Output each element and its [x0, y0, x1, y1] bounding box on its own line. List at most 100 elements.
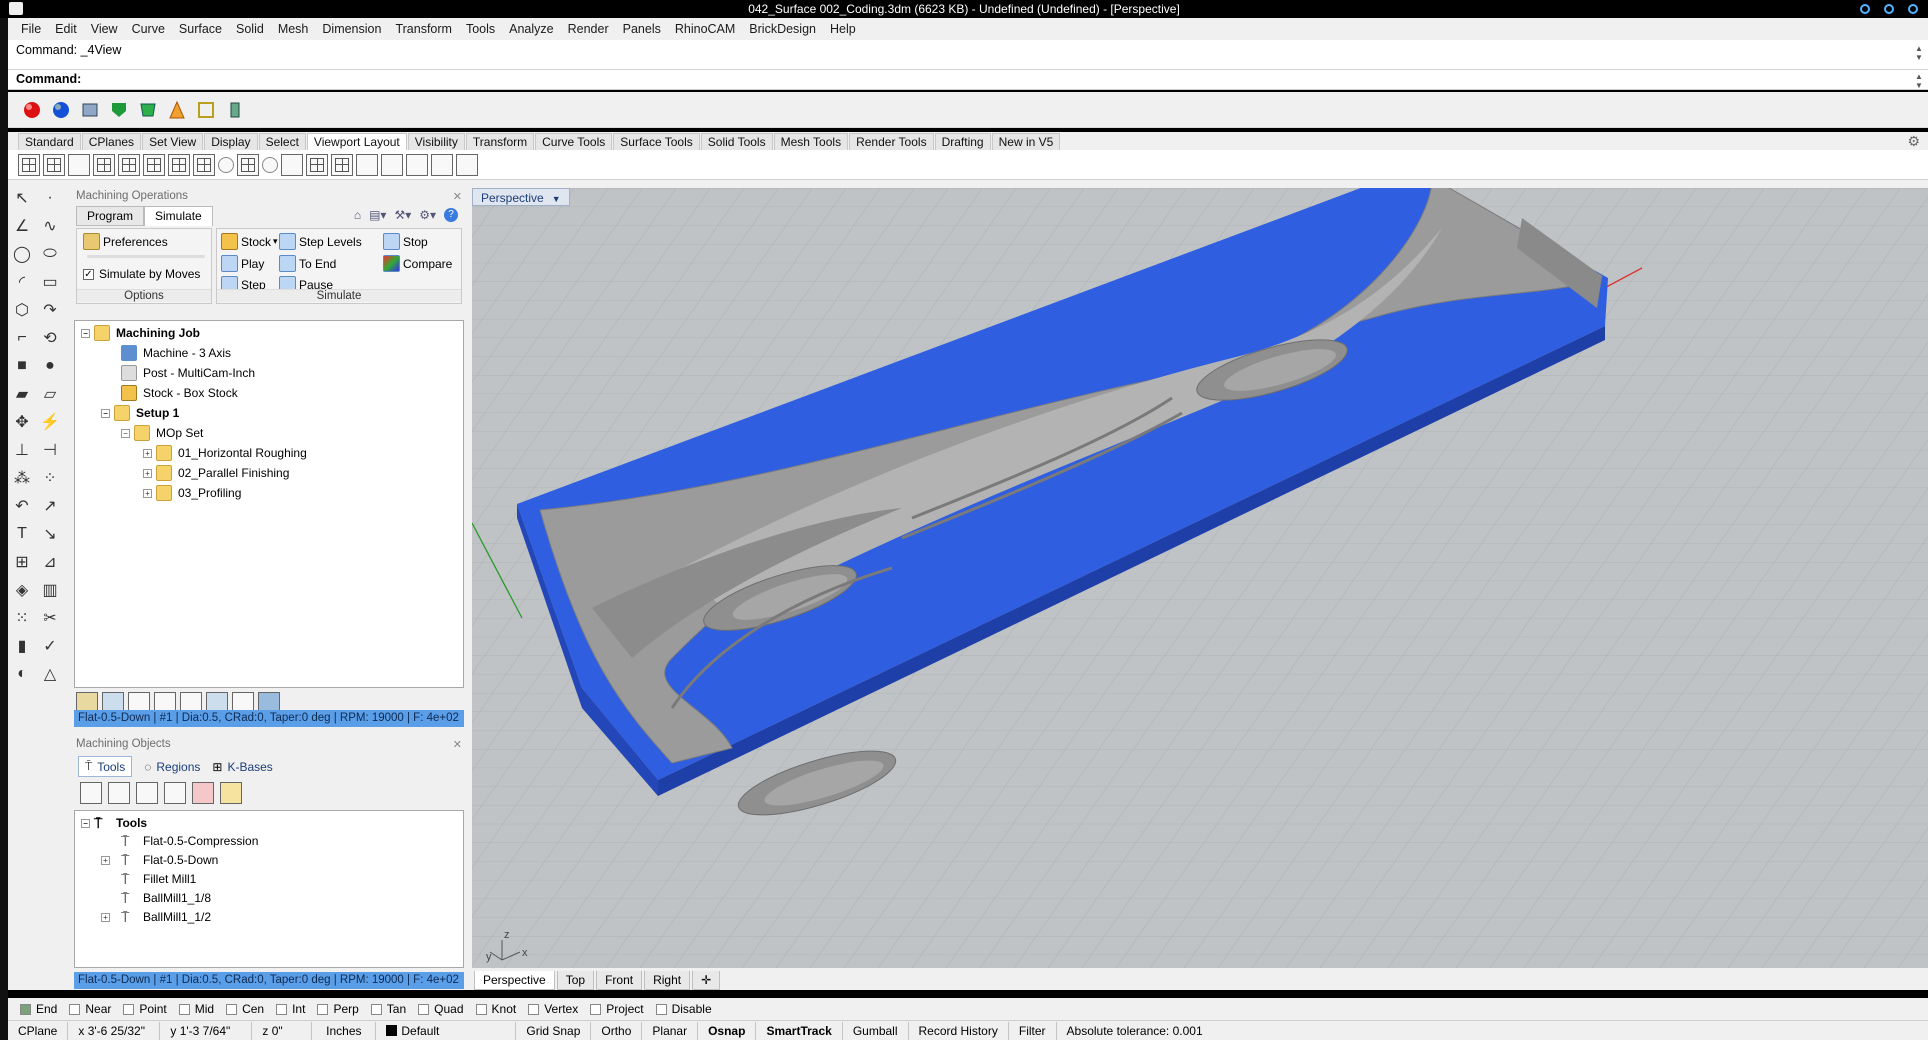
freeform-icon[interactable]: ↷ — [38, 298, 62, 322]
osnap-checkbox[interactable] — [178, 1003, 190, 1015]
zoom-icon[interactable] — [218, 156, 234, 173]
edit-tool-icon[interactable] — [136, 782, 158, 804]
tool-item[interactable]: ⍑ BallMill1_1/8 — [121, 890, 211, 906]
chevron-down-icon[interactable]: ▼ — [552, 194, 561, 204]
tab-curve-tools[interactable]: Curve Tools — [535, 133, 613, 150]
split-horizontal-icon[interactable] — [118, 153, 140, 176]
print-icon[interactable] — [456, 153, 478, 176]
osnap-vertex[interactable]: Vertex — [528, 1002, 578, 1016]
tab-render-tools[interactable]: Render Tools — [849, 133, 934, 150]
collapse-icon[interactable]: ⌂ — [354, 208, 361, 222]
help-icon[interactable]: ? — [444, 208, 458, 222]
warning-icon[interactable]: △ — [38, 662, 62, 686]
circle-icon[interactable]: ◯ — [10, 242, 34, 266]
grid-snap-toggle[interactable]: Grid Snap — [516, 1021, 592, 1040]
tab-top[interactable]: Top — [556, 971, 595, 990]
collapse-toggle[interactable]: − — [121, 428, 130, 438]
tab-program[interactable]: Program — [76, 206, 145, 226]
mesh-icon[interactable]: ▱ — [38, 382, 62, 406]
arc-icon[interactable]: ◜ — [10, 270, 34, 294]
command-scroll[interactable]: ▲ ▼ — [1914, 72, 1924, 90]
tab-mesh-tools[interactable]: Mesh Tools — [773, 133, 849, 150]
osnap-checkbox[interactable] — [123, 1003, 135, 1015]
box-solid-icon[interactable]: ■ — [10, 354, 34, 378]
tree-item-op[interactable]: +01_Horizontal Roughing — [143, 445, 307, 461]
close-icon[interactable]: ✕ — [453, 190, 462, 203]
osnap-disable[interactable]: Disable — [655, 1002, 712, 1016]
tab-cplanes[interactable]: CPlanes — [81, 133, 142, 150]
cylinder-icon[interactable] — [223, 98, 247, 122]
layout-one-icon[interactable] — [306, 153, 328, 176]
offset-icon[interactable]: ⟲ — [38, 326, 62, 350]
wire-sphere-icon[interactable] — [78, 98, 102, 122]
osnap-mid[interactable]: Mid — [178, 1002, 214, 1016]
menu-transform[interactable]: Transform — [388, 22, 459, 36]
delete-tool-icon[interactable] — [192, 782, 214, 804]
settings-icon[interactable]: ⚙▾ — [419, 208, 436, 222]
menu-view[interactable]: View — [84, 22, 125, 36]
menu-panels[interactable]: Panels — [616, 22, 668, 36]
tool-library-icon[interactable] — [164, 782, 186, 804]
sphere-solid-icon[interactable]: ● — [38, 354, 62, 378]
menu-analyze[interactable]: Analyze — [502, 22, 560, 36]
tab-solid-tools[interactable]: Solid Tools — [700, 133, 773, 150]
collapse-toggle[interactable]: − — [81, 328, 90, 338]
tab-regions[interactable]: ◌ Regions — [144, 756, 200, 777]
cylinder-tool-icon[interactable]: ▮ — [10, 634, 34, 658]
osnap-checkbox[interactable] — [370, 1003, 382, 1015]
step-levels-button[interactable]: Step Levels — [279, 233, 362, 250]
osnap-knot[interactable]: Knot — [475, 1002, 516, 1016]
text-icon[interactable]: T — [10, 522, 34, 546]
surface-icon[interactable]: ▰ — [10, 382, 34, 406]
gumball-toggle[interactable]: Gumball — [843, 1021, 909, 1040]
menu-solid[interactable]: Solid — [229, 22, 271, 36]
tool-item[interactable]: + ⍑ Flat-0.5-Down — [101, 852, 218, 868]
tab-front[interactable]: Front — [596, 971, 643, 990]
expand-toggle[interactable]: + — [143, 448, 152, 458]
fillet-curves-icon[interactable]: ⌐ — [10, 326, 34, 350]
tree-item-op[interactable]: +03_Profiling — [143, 485, 241, 501]
array-icon[interactable]: ⊞ — [10, 550, 34, 574]
tree-root-tools[interactable]: − ⍑ Tools — [81, 815, 147, 831]
tab-transform[interactable]: Transform — [465, 133, 535, 150]
minimize-button[interactable] — [1860, 4, 1870, 14]
osnap-checkbox[interactable] — [418, 1003, 430, 1015]
zoom-detail-icon[interactable] — [431, 153, 453, 176]
select-arrow-icon[interactable]: ↖ — [10, 186, 34, 210]
tool-wizard-icon[interactable] — [220, 782, 242, 804]
cone-icon[interactable] — [165, 98, 189, 122]
check-icon[interactable]: ✓ — [38, 634, 62, 658]
stop-button[interactable]: Stop — [383, 233, 428, 250]
grid-icon[interactable] — [237, 153, 259, 176]
single-view-icon[interactable] — [68, 153, 90, 176]
trim-icon[interactable]: ⊣ — [38, 438, 62, 462]
expand-toggle[interactable]: + — [101, 912, 110, 922]
osnap-quad[interactable]: Quad — [418, 1002, 464, 1016]
split-vertical-icon[interactable] — [143, 153, 165, 176]
cut-icon[interactable]: ✂ — [38, 606, 62, 630]
osnap-checkbox[interactable] — [226, 1003, 238, 1015]
page-copy-icon[interactable] — [406, 153, 428, 176]
osnap-checkbox[interactable] — [69, 1003, 81, 1015]
menu-curve[interactable]: Curve — [125, 22, 172, 36]
scale-icon[interactable]: ↗ — [38, 494, 62, 518]
material-icon[interactable]: ◐ — [10, 662, 34, 686]
curve-icon[interactable]: ∿ — [38, 214, 62, 238]
group-icon[interactable]: ⁂ — [10, 466, 34, 490]
history-scrollbar[interactable]: ▲ ▼ — [1914, 44, 1924, 62]
new-viewport-icon[interactable] — [93, 153, 115, 176]
menu-edit[interactable]: Edit — [48, 22, 84, 36]
menu-file[interactable]: File — [14, 22, 48, 36]
menu-rhinocam[interactable]: RhinoCAM — [668, 22, 742, 36]
analyze-icon[interactable]: ⊿ — [38, 550, 62, 574]
rectangle-icon[interactable]: ▭ — [38, 270, 62, 294]
tree-item-stock[interactable]: Stock - Box Stock — [121, 385, 238, 401]
tool-item[interactable]: ⍑ Flat-0.5-Compression — [121, 833, 258, 849]
boolean-icon[interactable]: ⊥ — [10, 438, 34, 462]
menu-surface[interactable]: Surface — [172, 22, 229, 36]
tool-item[interactable]: + ⍑ BallMill1_1/2 — [101, 909, 211, 925]
polygon-icon[interactable]: ⬡ — [10, 298, 34, 322]
tab-visibility[interactable]: Visibility — [407, 133, 465, 150]
menu-render[interactable]: Render — [561, 22, 616, 36]
add-viewport-icon[interactable]: ✛ — [692, 971, 721, 990]
